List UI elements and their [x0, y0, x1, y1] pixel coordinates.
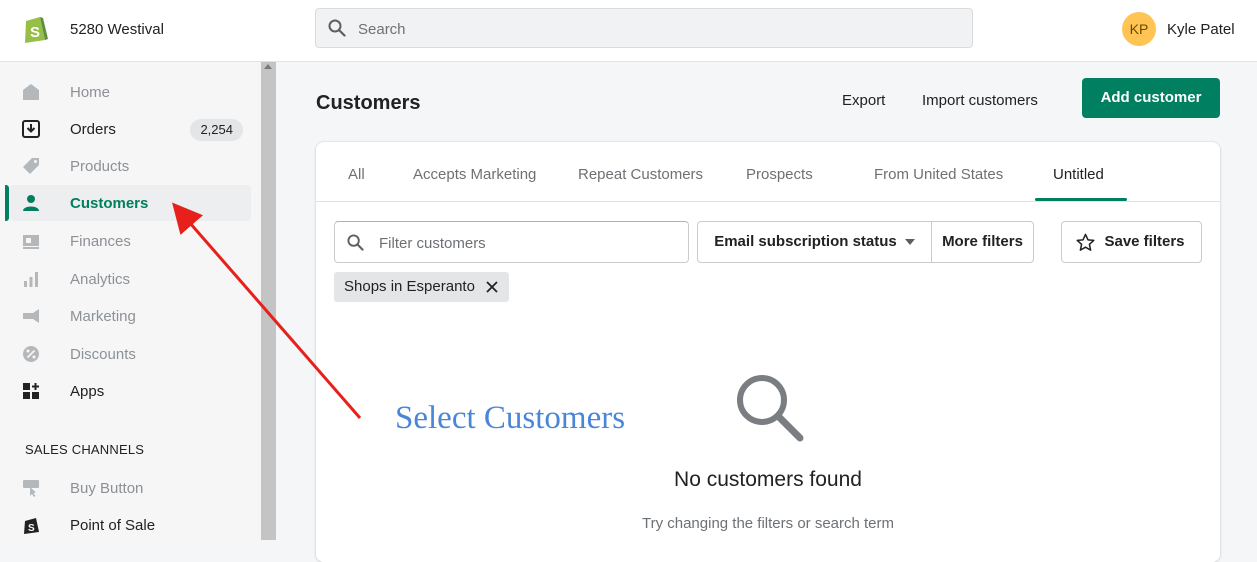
sidebar-item-label: Marketing: [70, 308, 136, 325]
applied-filter-label: Shops in Esperanto: [344, 278, 475, 295]
tag-icon: [23, 158, 39, 174]
tab-prospects[interactable]: Prospects: [746, 166, 813, 183]
user-name[interactable]: Kyle Patel: [1167, 21, 1235, 38]
megaphone-icon: [23, 309, 39, 323]
tab-all[interactable]: All: [348, 166, 365, 183]
import-customers-button[interactable]: Import customers: [922, 92, 1038, 109]
sidebar-item-label: Apps: [70, 383, 105, 400]
shopify-logo-icon[interactable]: S: [22, 14, 48, 44]
buy-button-icon: [23, 480, 39, 497]
filter-placeholder: Filter customers: [379, 235, 486, 252]
tab-bar: All Accepts Marketing Repeat Customers P…: [316, 142, 1220, 202]
search-input[interactable]: Search: [315, 8, 973, 48]
active-indicator: [5, 185, 9, 221]
sidebar-item-label: Point of Sale: [70, 517, 156, 534]
orders-count-badge: 2,254: [190, 119, 243, 141]
more-filters-button[interactable]: More filters: [931, 221, 1034, 263]
applied-filter-tag: Shops in Esperanto: [334, 272, 509, 302]
tab-repeat-customers[interactable]: Repeat Customers: [578, 166, 703, 183]
export-button[interactable]: Export: [842, 92, 885, 109]
sales-channels-heading: SALES CHANNELS: [25, 442, 145, 457]
sidebar-item-finances[interactable]: Finances: [10, 223, 251, 259]
avatar[interactable]: KP: [1122, 12, 1156, 46]
star-icon: [1076, 233, 1095, 251]
filter-customers-input[interactable]: Filter customers: [334, 221, 689, 263]
empty-state-subtitle: Try changing the filters or search term: [641, 515, 895, 532]
sidebar-item-label: Home: [70, 84, 111, 101]
sidebar-item-orders[interactable]: Orders 2,254: [10, 111, 251, 147]
add-customer-button[interactable]: Add customer: [1082, 78, 1220, 118]
page-title: Customers: [316, 92, 421, 114]
save-filters-button[interactable]: Save filters: [1061, 221, 1202, 263]
apps-icon: [23, 383, 39, 399]
sidebar-item-point-of-sale[interactable]: S Point of Sale: [10, 507, 251, 543]
customers-card: All Accepts Marketing Repeat Customers P…: [316, 142, 1220, 562]
magnifier-icon: [737, 375, 804, 442]
scroll-up-icon[interactable]: [264, 64, 272, 69]
sidebar-item-buy-button[interactable]: Buy Button: [10, 470, 251, 506]
sidebar-item-discounts[interactable]: Discounts: [10, 336, 251, 372]
finances-icon: [23, 235, 39, 249]
sidebar-scrollbar[interactable]: [261, 62, 276, 540]
svg-text:S: S: [30, 24, 40, 41]
sidebar-item-label: Customers: [70, 195, 149, 212]
pos-icon: S: [24, 518, 39, 534]
top-bar: S 5280 Westival Search KP Kyle Patel: [0, 0, 1257, 62]
sidebar-item-home[interactable]: Home: [10, 74, 251, 110]
store-name[interactable]: 5280 Westival: [70, 21, 164, 38]
person-icon: [23, 195, 39, 211]
email-subscription-status-dropdown[interactable]: Email subscription status: [697, 221, 932, 263]
sidebar-item-marketing[interactable]: Marketing: [10, 298, 251, 334]
sidebar-item-analytics[interactable]: Analytics: [10, 261, 251, 297]
tab-accepts-marketing[interactable]: Accepts Marketing: [413, 166, 536, 183]
orders-icon: [22, 120, 40, 138]
svg-text:S: S: [28, 523, 35, 534]
discount-icon: [23, 346, 39, 362]
home-icon: [23, 84, 39, 100]
annotation-text: Select Customers: [395, 400, 626, 436]
search-icon: [328, 19, 346, 37]
search-icon: [347, 234, 364, 251]
caret-down-icon: [904, 239, 915, 246]
sidebar-item-customers[interactable]: Customers: [10, 185, 251, 221]
email-subscription-label: Email subscription status: [714, 233, 897, 250]
sidebar-item-label: Buy Button: [70, 480, 144, 497]
sidebar-item-label: Orders: [70, 121, 116, 138]
sidebar-item-label: Finances: [70, 233, 131, 250]
tab-untitled[interactable]: Untitled: [1053, 166, 1104, 183]
selected-tab-indicator: [1035, 198, 1127, 201]
sidebar-item-label: Discounts: [70, 346, 136, 363]
sidebar-item-products[interactable]: Products: [10, 148, 251, 184]
sidebar-item-label: Products: [70, 158, 130, 175]
tab-from-united-states[interactable]: From United States: [874, 166, 1003, 183]
search-placeholder: Search: [358, 21, 406, 38]
sidebar-item-label: Analytics: [70, 271, 131, 288]
save-filters-label: Save filters: [1104, 233, 1185, 250]
sidebar-item-apps[interactable]: Apps: [10, 373, 251, 409]
main-content: Customers Export Import customers Add cu…: [276, 62, 1257, 562]
close-icon[interactable]: [485, 280, 499, 294]
empty-state-title: No customers found: [674, 468, 862, 491]
bar-chart-icon: [24, 272, 38, 287]
